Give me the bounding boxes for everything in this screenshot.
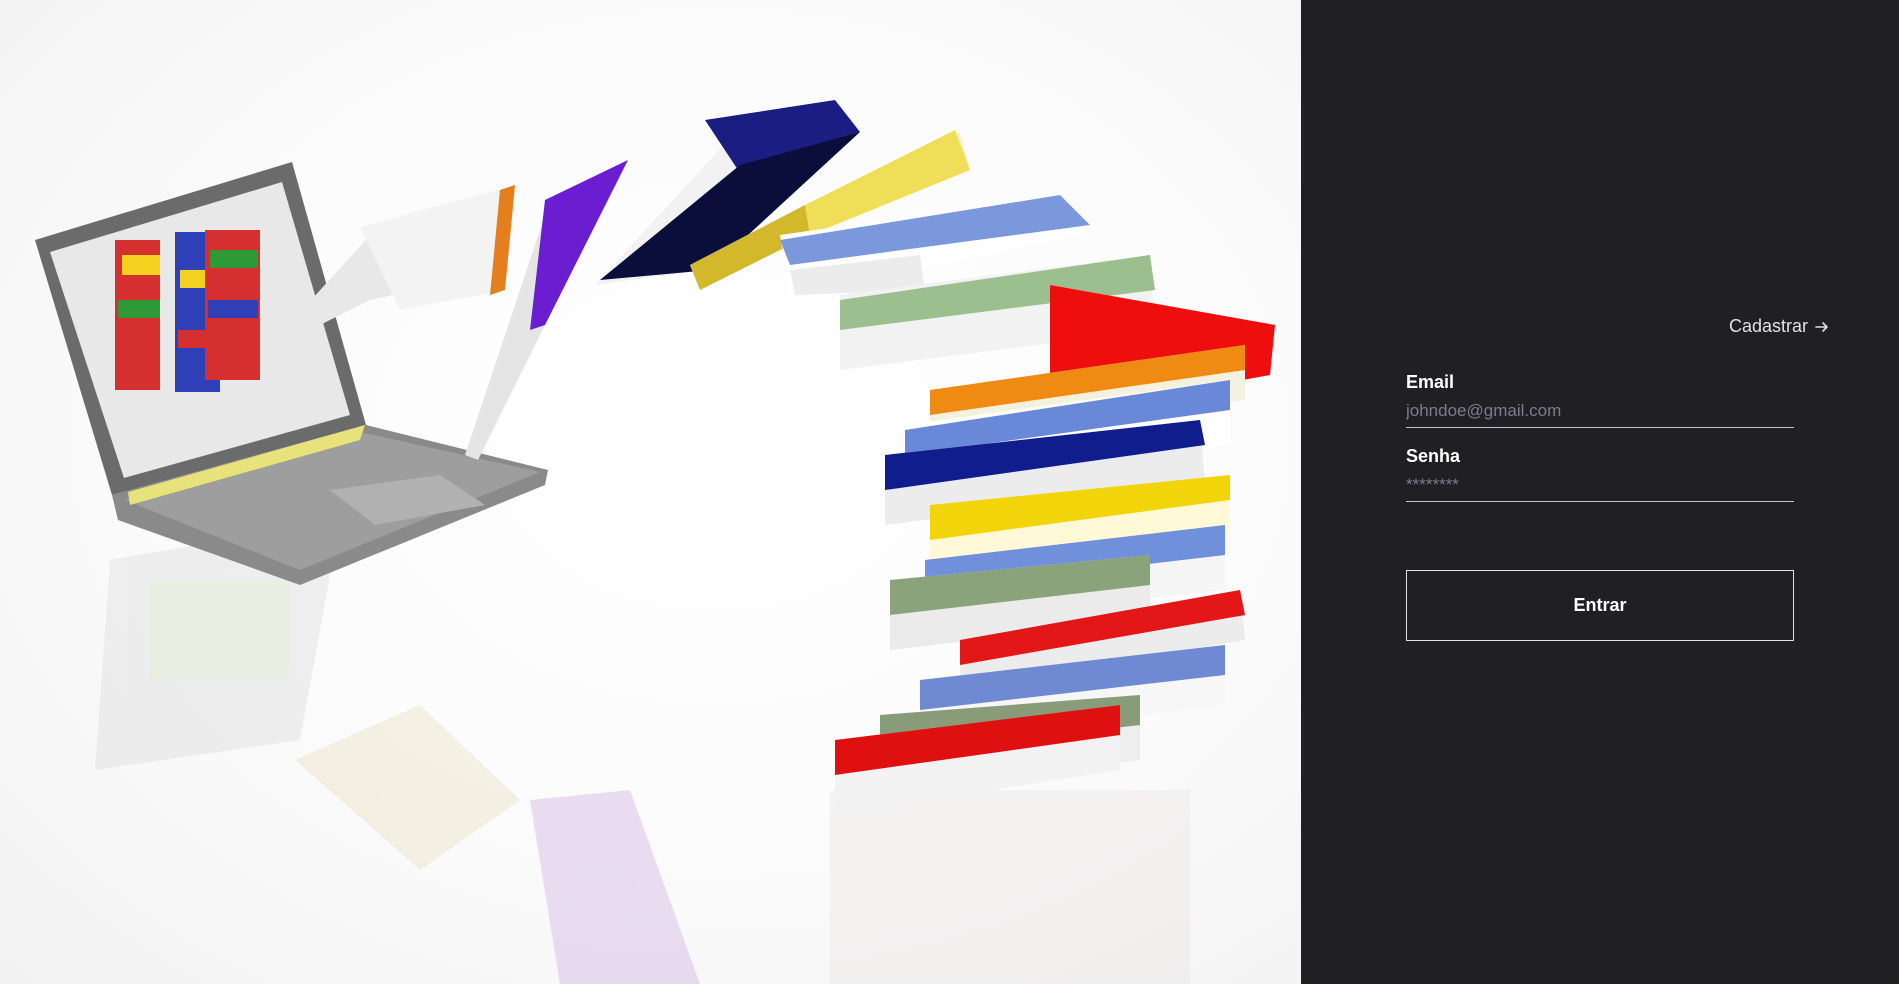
signup-link-label: Cadastrar	[1729, 316, 1809, 336]
login-page: Cadastrar Email Senha Entrar	[0, 0, 1899, 984]
password-field: Senha	[1406, 446, 1794, 502]
login-panel: Cadastrar Email Senha Entrar	[1301, 0, 1899, 984]
hero-image	[0, 0, 1301, 984]
email-input[interactable]	[1406, 399, 1794, 428]
password-input[interactable]	[1406, 473, 1794, 502]
email-field: Email	[1406, 372, 1794, 428]
signup-link[interactable]: Cadastrar	[1729, 316, 1830, 337]
password-label: Senha	[1406, 446, 1461, 466]
book-stack	[835, 255, 1275, 815]
login-form: Email Senha Entrar	[1406, 372, 1794, 641]
laptop-books-illustration	[35, 100, 1275, 984]
email-label: Email	[1406, 372, 1455, 392]
submit-button[interactable]: Entrar	[1406, 570, 1794, 641]
arrow-right-icon	[1815, 321, 1828, 332]
